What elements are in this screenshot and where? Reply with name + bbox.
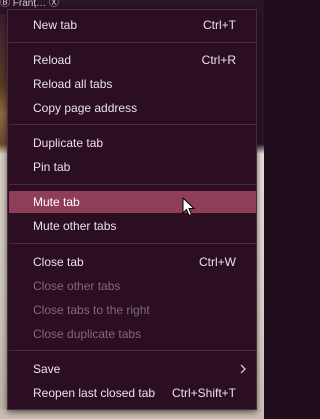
menu-item-label: Save xyxy=(33,362,61,376)
menu-separator xyxy=(9,350,256,351)
menu-item-new-tab[interactable]: New tab Ctrl+T xyxy=(9,14,256,36)
mouse-cursor-icon xyxy=(182,197,196,217)
menu-item-mute-other-tabs[interactable]: Mute other tabs xyxy=(9,215,256,237)
page-background-bottom xyxy=(0,409,264,419)
menu-item-label: Copy page address xyxy=(33,101,138,115)
menu-separator xyxy=(9,184,256,185)
menu-item-label: Mute tab xyxy=(33,195,80,209)
menu-item-label: Close tabs to the right xyxy=(33,303,150,317)
menu-item-shortcut: Ctrl+R xyxy=(201,53,236,67)
menu-item-close-tabs-to-the-right: Close tabs to the right xyxy=(9,299,256,321)
menu-item-copy-page-address[interactable]: Copy page address xyxy=(9,97,256,119)
menu-item-label: Duplicate tab xyxy=(33,136,104,150)
menu-separator xyxy=(9,42,256,43)
menu-item-label: Close duplicate tabs xyxy=(33,327,142,341)
menu-item-reopen-last-closed-tab[interactable]: Reopen last closed tab Ctrl+Shift+T xyxy=(9,382,256,404)
menu-item-label: Close other tabs xyxy=(33,279,121,293)
menu-item-label: Reload all tabs xyxy=(33,77,113,91)
menu-item-label: Reload xyxy=(33,53,72,67)
menu-separator xyxy=(9,243,256,244)
menu-item-shortcut: Ctrl+Shift+T xyxy=(171,386,236,400)
menu-item-label: Reopen last closed tab xyxy=(33,386,156,400)
menu-item-duplicate-tab[interactable]: Duplicate tab xyxy=(9,132,256,154)
menu-item-close-duplicate-tabs: Close duplicate tabs xyxy=(9,323,256,345)
menu-item-close-tab[interactable]: Close tab Ctrl+W xyxy=(9,251,256,273)
menu-item-shortcut: Ctrl+W xyxy=(199,255,236,269)
menu-item-reload[interactable]: Reload Ctrl+R xyxy=(9,49,256,71)
menu-item-pin-tab[interactable]: Pin tab xyxy=(9,156,256,178)
menu-item-mute-tab[interactable]: Mute tab xyxy=(9,191,256,213)
menu-item-label: Pin tab xyxy=(33,160,71,174)
menu-item-label: Close tab xyxy=(33,255,84,269)
chevron-right-icon xyxy=(240,364,246,374)
menu-item-shortcut: Ctrl+T xyxy=(203,18,236,32)
menu-item-close-other-tabs: Close other tabs xyxy=(9,275,256,297)
menu-item-label: New tab xyxy=(33,18,78,32)
menu-item-save[interactable]: Save xyxy=(9,358,256,380)
menu-item-label: Mute other tabs xyxy=(33,219,117,233)
menu-item-reload-all-tabs[interactable]: Reload all tabs xyxy=(9,73,256,95)
page-background-right xyxy=(256,14,264,419)
tab-context-menu: New tab Ctrl+T Reload Ctrl+R Reload all … xyxy=(7,9,257,410)
menu-separator xyxy=(9,124,256,125)
